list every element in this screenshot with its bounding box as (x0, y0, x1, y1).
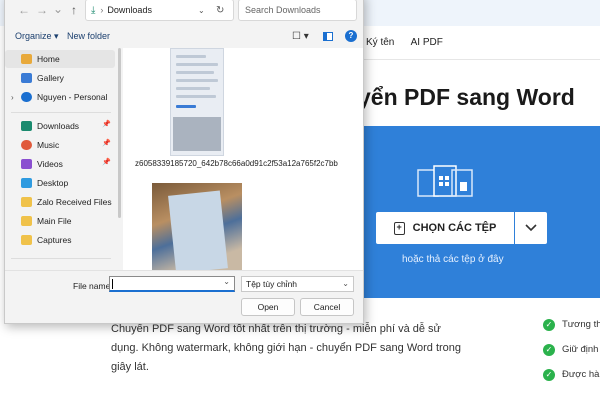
up-arrow-icon[interactable]: ↑ (67, 3, 81, 17)
dialog-footer: File name: ⌄ Tệp tùy chỉnh ⌄ Open Cancel (5, 270, 363, 323)
nav-scrollbar[interactable] (117, 48, 122, 270)
nav-item-desktop[interactable]: Desktop (5, 174, 115, 192)
gallery-icon (21, 73, 32, 83)
pin-icon: 📌 (102, 140, 111, 147)
address-sep-icon: › (100, 5, 104, 15)
file-name-input[interactable]: ⌄ (109, 276, 235, 292)
upload-source-dropdown[interactable] (515, 212, 547, 244)
cancel-button[interactable]: Cancel (300, 298, 354, 316)
nav-item-music[interactable]: Music 📌 (5, 136, 115, 154)
hero-title: yển PDF sang Word (358, 84, 575, 110)
web-nav: Ký tên AI PDF (366, 37, 457, 48)
forward-arrow-icon[interactable]: → (35, 3, 49, 17)
desktop-icon (21, 178, 32, 188)
nav-link-ai-pdf[interactable]: AI PDF (411, 37, 443, 48)
file-thumbnail[interactable] (152, 183, 242, 270)
nav-item-onedrive[interactable]: › Nguyen - Personal (5, 88, 115, 106)
chevron-down-icon[interactable]: ⌄ (198, 6, 205, 15)
upload-area[interactable]: + CHỌN CÁC TỆP hoặc thả các tệp ở đây (354, 126, 600, 298)
new-folder-button[interactable]: New folder (67, 31, 110, 41)
chevron-down-icon (525, 224, 537, 232)
feature-list: ✓Tương thí ✓Giữ định c ✓Được hàn (543, 318, 600, 393)
drop-hint: hoặc thả các tệp ở đây (402, 254, 504, 265)
view-icon[interactable]: ☐ ▾ (292, 31, 309, 42)
choose-files-button[interactable]: + CHỌN CÁC TỆP (376, 212, 514, 244)
feature-item: ✓Giữ định c (543, 343, 600, 356)
download-icon: ⤓ (91, 4, 96, 16)
files-icon (417, 165, 473, 197)
downloads-icon (21, 121, 32, 131)
onedrive-icon (21, 92, 32, 102)
choose-files-label: CHỌN CÁC TỆP (412, 222, 497, 234)
chevron-right-icon: › (11, 92, 14, 102)
chevron-down-icon[interactable]: ⌄ (223, 277, 230, 286)
description-text: Chuyển PDF sang Word tốt nhất trên thị t… (111, 323, 462, 373)
nav-link-sign[interactable]: Ký tên (366, 37, 394, 48)
file-add-icon: + (393, 221, 405, 235)
file-list: z6058339185720_642b78c66a0d91c2f53a12a76… (123, 48, 363, 270)
address-bar[interactable]: ⤓ › Downloads ⌄ ↻ (85, 0, 234, 21)
check-icon: ✓ (543, 368, 555, 381)
open-button[interactable]: Open (241, 298, 295, 316)
file-open-dialog: ← → ⌄ ↑ ⤓ › Downloads ⌄ ↻ Search Downloa… (4, 0, 364, 324)
address-text: Downloads (107, 5, 152, 15)
folder-icon (21, 235, 32, 245)
nav-item-zalo[interactable]: Zalo Received Files (5, 193, 115, 211)
navigation-pane: Home Gallery › Nguyen - Personal Downloa… (5, 48, 117, 270)
feature-item: ✓Được hàn (543, 368, 600, 381)
nav-item-captures[interactable]: Captures (5, 231, 115, 249)
address-row: ← → ⌄ ↑ ⤓ › Downloads ⌄ ↻ Search Downloa… (5, 0, 363, 25)
nav-divider (354, 59, 600, 60)
file-thumbnail[interactable] (170, 48, 224, 156)
nav-item-downloads[interactable]: Downloads 📌 (5, 117, 115, 135)
feature-item: ✓ Tương thí (543, 318, 600, 331)
pin-icon: 📌 (102, 159, 111, 166)
nav-divider (11, 258, 111, 259)
recent-chevron-icon[interactable]: ⌄ (51, 2, 65, 16)
file-type-select[interactable]: Tệp tùy chỉnh ⌄ (241, 276, 354, 292)
check-icon: ✓ (543, 343, 555, 356)
nav-item-main-file[interactable]: Main File (5, 212, 115, 230)
scrollbar-thumb[interactable] (118, 48, 121, 218)
nav-divider (11, 112, 111, 113)
back-arrow-icon[interactable]: ← (17, 3, 31, 17)
home-icon (21, 54, 32, 64)
nav-item-home[interactable]: Home (5, 50, 115, 68)
folder-icon (21, 197, 32, 207)
help-icon[interactable]: ? (345, 30, 357, 42)
nav-item-gallery[interactable]: Gallery (5, 69, 115, 87)
file-name[interactable]: z6058339185720_642b78c66a0d91c2f53a12a76… (135, 159, 338, 169)
search-input[interactable]: Search Downloads (238, 0, 357, 21)
chevron-down-icon: ⌄ (342, 279, 349, 288)
refresh-icon[interactable]: ↻ (216, 5, 224, 16)
preview-pane-icon[interactable] (323, 32, 333, 41)
file-name-label: File name: (73, 281, 113, 291)
command-bar: Organize ▾ New folder ☐ ▾ ? (5, 25, 363, 48)
organize-button[interactable]: Organize ▾ (15, 31, 59, 42)
nav-item-videos[interactable]: Videos 📌 (5, 155, 115, 173)
check-icon: ✓ (543, 318, 555, 331)
text-caret (112, 279, 113, 289)
music-icon (21, 140, 32, 150)
pin-icon: 📌 (102, 121, 111, 128)
videos-icon (21, 159, 32, 169)
folder-icon (21, 216, 32, 226)
